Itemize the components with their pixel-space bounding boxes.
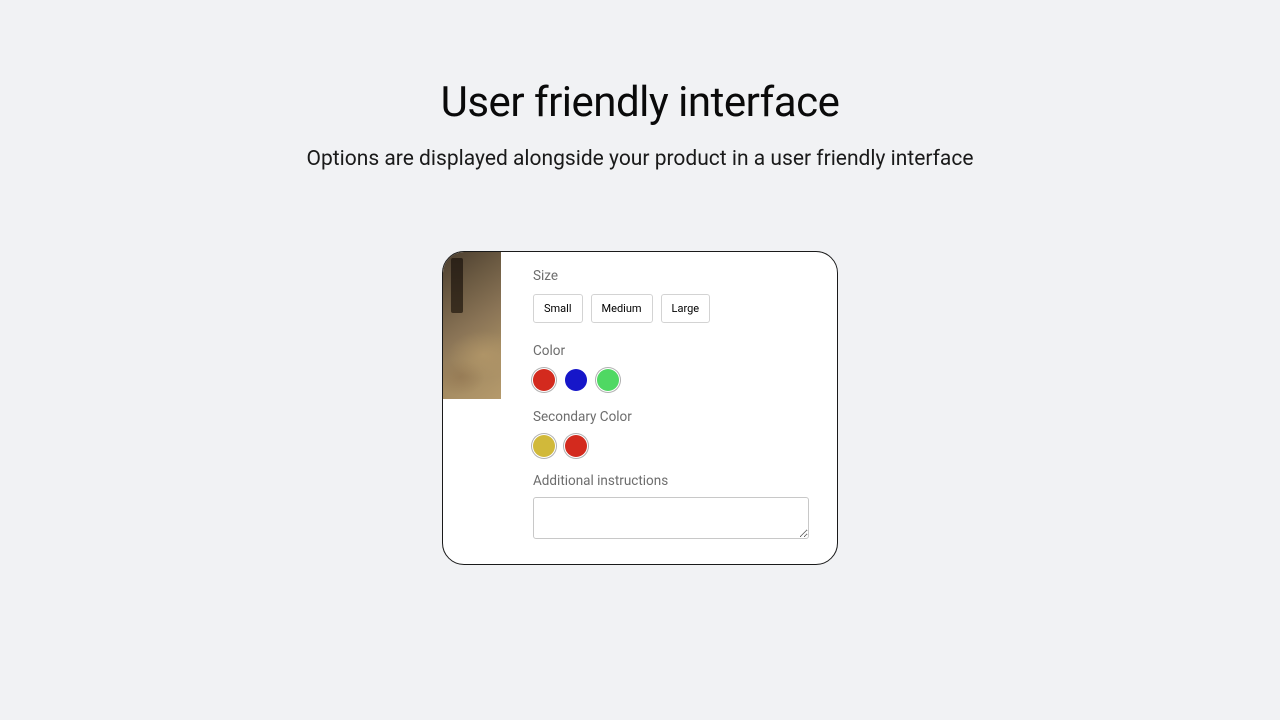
secondary-color-swatch-gold[interactable]	[533, 435, 555, 457]
color-label: Color	[533, 343, 811, 359]
page-title: User friendly interface	[441, 78, 840, 127]
size-label: Size	[533, 268, 811, 284]
product-image	[443, 252, 501, 399]
product-options-card: Size Small Medium Large Color Secondary …	[442, 251, 838, 565]
size-options: Small Medium Large	[533, 294, 811, 323]
secondary-color-label: Secondary Color	[533, 409, 811, 425]
color-swatches	[533, 369, 811, 391]
instructions-input[interactable]	[533, 497, 809, 539]
color-swatch-green[interactable]	[597, 369, 619, 391]
size-option-large[interactable]: Large	[661, 294, 711, 323]
size-option-medium[interactable]: Medium	[591, 294, 653, 323]
instructions-label: Additional instructions	[533, 473, 811, 489]
size-option-small[interactable]: Small	[533, 294, 583, 323]
secondary-color-swatches	[533, 435, 811, 457]
color-swatch-blue[interactable]	[565, 369, 587, 391]
page-subtitle: Options are displayed alongside your pro…	[307, 147, 974, 171]
secondary-color-swatch-red[interactable]	[565, 435, 587, 457]
color-swatch-red[interactable]	[533, 369, 555, 391]
card-left	[443, 252, 501, 564]
card-right: Size Small Medium Large Color Secondary …	[501, 252, 837, 564]
